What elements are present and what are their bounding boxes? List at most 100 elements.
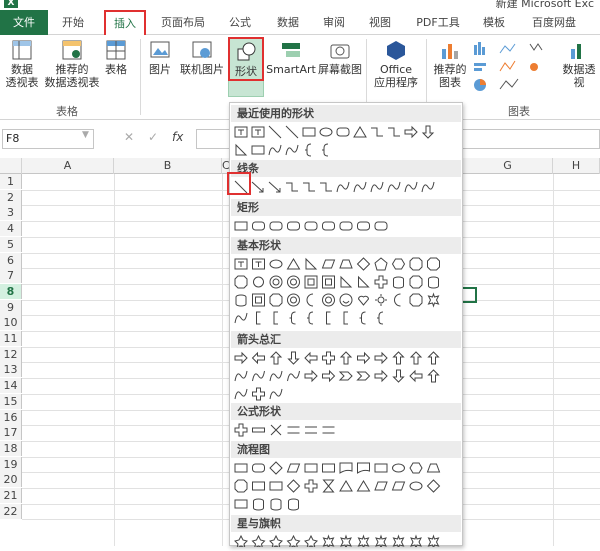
oval-shape-icon[interactable] <box>319 127 333 137</box>
elbow-connector-shape-icon[interactable] <box>320 182 332 192</box>
up-arrow-shape-icon[interactable] <box>427 351 440 365</box>
line-shape-icon[interactable] <box>268 125 282 139</box>
tab-file[interactable]: 文件 <box>0 10 48 35</box>
triangle-shape-icon[interactable] <box>356 480 371 492</box>
diamond-shape-icon[interactable] <box>426 479 441 493</box>
enter-icon[interactable]: ✓ <box>148 130 158 144</box>
right-triangle-shape-icon[interactable] <box>235 143 248 156</box>
online-picture-button[interactable]: 联机图片 <box>178 39 226 76</box>
column-header[interactable]: B <box>114 158 222 174</box>
rectangle-shape-icon[interactable] <box>234 463 248 473</box>
rounded-rectangle-shape-icon[interactable] <box>252 221 265 231</box>
row-header[interactable]: 15 <box>0 393 22 409</box>
row-header[interactable]: 4 <box>0 221 22 237</box>
recommended-charts-button[interactable]: 推荐的 图表 <box>430 39 470 89</box>
multiply-shape-icon[interactable] <box>270 424 282 436</box>
frame-shape-icon[interactable] <box>322 275 335 289</box>
row-header[interactable]: 16 <box>0 409 22 425</box>
chevron-shape-icon[interactable] <box>338 371 353 381</box>
rounded-rectangle-shape-icon[interactable] <box>287 221 300 231</box>
curve-shape-icon[interactable] <box>287 370 300 382</box>
circle-shape-icon[interactable] <box>253 276 264 288</box>
parallelogram-shape-icon[interactable] <box>391 481 406 491</box>
star-shape-icon[interactable] <box>286 534 301 549</box>
octagon-shape-icon[interactable] <box>409 257 423 271</box>
row-header[interactable]: 21 <box>0 488 22 503</box>
collate-shape-icon[interactable] <box>322 479 335 493</box>
brace-shape-icon[interactable] <box>307 311 314 325</box>
donut-shape-icon[interactable] <box>287 275 300 289</box>
row-header[interactable]: 20 <box>0 472 22 488</box>
seal-shape-icon[interactable] <box>410 534 422 550</box>
curve-shape-icon[interactable] <box>234 312 248 324</box>
triangle-shape-icon[interactable] <box>286 258 301 270</box>
pivot-chart-button[interactable]: 数据透视 <box>558 39 600 89</box>
frame-shape-icon[interactable] <box>304 275 318 289</box>
star-shape-icon[interactable] <box>234 534 248 549</box>
bracket-shape-icon[interactable] <box>343 311 348 325</box>
plus-shape-icon[interactable] <box>234 423 248 437</box>
trapezoid-shape-icon[interactable] <box>426 463 441 473</box>
can-shape-icon[interactable] <box>253 498 264 511</box>
plus-shape-icon[interactable] <box>304 479 318 493</box>
donut-hole-icon[interactable] <box>272 278 280 286</box>
curve-shape-icon[interactable] <box>252 370 265 382</box>
chart-type-gallery[interactable] <box>472 41 558 93</box>
trapezoid-shape-icon[interactable] <box>339 259 353 269</box>
row-header[interactable]: 19 <box>0 456 22 472</box>
frame-inner-icon[interactable] <box>307 278 315 286</box>
can-shape-icon[interactable] <box>270 498 282 511</box>
parallelogram-shape-icon[interactable] <box>374 481 388 491</box>
chevron-shape-icon[interactable] <box>356 371 371 381</box>
rectangle-shape-icon[interactable] <box>374 463 388 473</box>
row-header[interactable]: 7 <box>0 268 22 284</box>
can-shape-icon[interactable] <box>235 294 247 307</box>
right-arrow-shape-icon[interactable] <box>357 351 371 365</box>
rectangle-shape-icon[interactable] <box>302 127 316 137</box>
right-triangle-shape-icon[interactable] <box>305 257 318 270</box>
brace-shape-icon[interactable] <box>322 143 329 157</box>
oval-shape-icon[interactable] <box>409 481 423 491</box>
cancel-icon[interactable]: ✕ <box>124 130 134 144</box>
row-header[interactable]: 1 <box>0 174 22 189</box>
seal-shape-icon[interactable] <box>357 534 370 550</box>
frame-shape-icon[interactable] <box>252 293 265 307</box>
row-header[interactable]: 13 <box>0 362 22 378</box>
arrow-line-shape-icon[interactable] <box>268 181 281 193</box>
diamond-shape-icon[interactable] <box>356 257 371 271</box>
plus-shape-icon[interactable] <box>322 351 335 365</box>
rounded-rectangle-shape-icon[interactable] <box>357 221 370 231</box>
seal-shape-icon[interactable] <box>427 534 440 550</box>
elbow-connector-shape-icon[interactable] <box>286 182 298 192</box>
smartart-button[interactable]: SmartArt <box>266 39 316 76</box>
equal-shape-icon[interactable] <box>287 426 300 434</box>
row-header[interactable]: 10 <box>0 315 22 331</box>
up-arrow-shape-icon[interactable] <box>339 351 353 365</box>
plus-shape-icon[interactable] <box>374 275 388 289</box>
star-shape-icon[interactable] <box>269 534 283 549</box>
column-header[interactable]: H <box>553 158 600 174</box>
tab-templates[interactable]: 模板 <box>476 10 512 35</box>
right-triangle-shape-icon[interactable] <box>358 275 370 288</box>
parallelogram-shape-icon[interactable] <box>286 463 301 473</box>
curve-shape-icon[interactable] <box>234 388 248 400</box>
diamond-shape-icon[interactable] <box>286 479 301 493</box>
up-arrow-shape-icon[interactable] <box>427 369 440 383</box>
tab-page-layout[interactable]: 页面布局 <box>152 10 214 35</box>
up-arrow-shape-icon[interactable] <box>269 351 283 365</box>
row-header[interactable]: 5 <box>0 236 22 252</box>
selected-cell-f8[interactable] <box>463 287 477 303</box>
oval-shape-icon[interactable] <box>269 259 283 269</box>
rectangle-shape-icon[interactable] <box>304 463 318 473</box>
rounded-rectangle-shape-icon[interactable] <box>336 127 350 137</box>
star-shape-icon[interactable] <box>251 534 266 549</box>
triangle-shape-icon[interactable] <box>339 480 353 492</box>
bracket-shape-icon[interactable] <box>273 311 278 325</box>
tab-view[interactable]: 视图 <box>362 10 398 35</box>
minus-shape-icon[interactable] <box>252 427 265 433</box>
octagon-shape-icon[interactable] <box>409 275 423 289</box>
screenshot-button[interactable]: 屏幕截图 <box>316 39 364 76</box>
frame-inner-icon[interactable] <box>255 296 262 304</box>
curve-shape-icon[interactable] <box>234 370 248 382</box>
rectangle-shape-icon[interactable] <box>251 145 265 155</box>
